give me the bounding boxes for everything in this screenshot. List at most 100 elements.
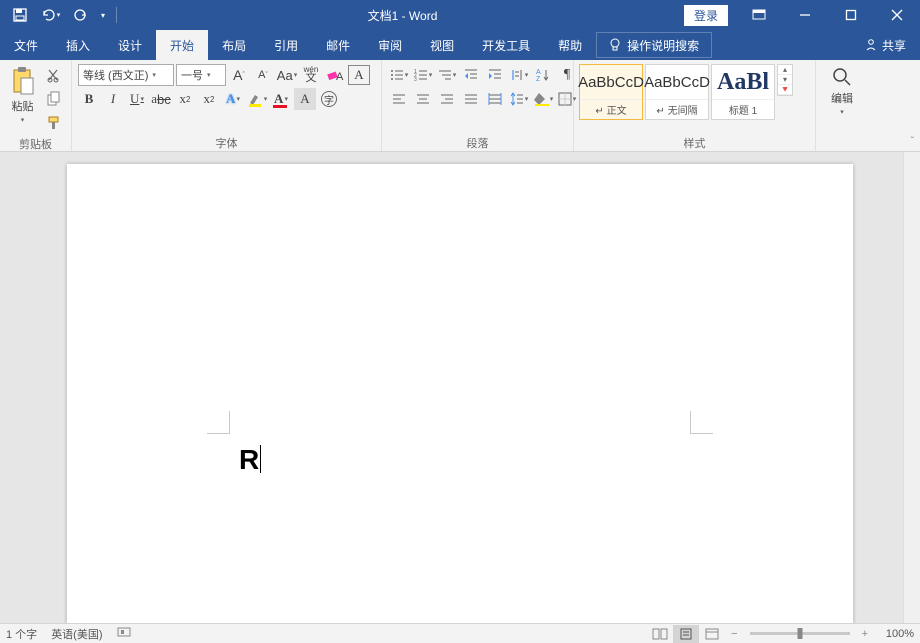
justify-button[interactable] — [460, 88, 482, 110]
strikethrough-button[interactable]: abc — [150, 88, 172, 110]
character-border-button[interactable]: A — [348, 65, 370, 85]
decrease-indent-button[interactable] — [460, 64, 482, 86]
highlight-button[interactable]: ▾ — [246, 88, 268, 110]
word-count[interactable]: 1 个字 — [6, 626, 37, 642]
align-center-button[interactable] — [412, 88, 434, 110]
status-bar: 1 个字 英语(美国) − + 100% — [0, 623, 920, 643]
sort-button[interactable]: AZ — [532, 64, 554, 86]
tab-mailings[interactable]: 邮件 — [312, 30, 364, 60]
paste-button[interactable]: 粘贴 ▾ — [4, 62, 41, 136]
read-mode-button[interactable] — [647, 625, 673, 643]
share-button[interactable]: 共享 — [850, 30, 920, 60]
styles-up-icon[interactable]: ▴ — [778, 65, 792, 75]
tab-layout[interactable]: 布局 — [208, 30, 260, 60]
language-status[interactable]: 英语(美国) — [51, 626, 102, 642]
font-size-combo[interactable]: 一号▾ — [176, 64, 226, 86]
subscript-button[interactable]: x2 — [174, 88, 196, 110]
paste-label: 粘贴 — [12, 98, 34, 114]
borders-button[interactable]: ▾ — [556, 88, 578, 110]
bullets-button[interactable]: ▾ — [388, 64, 410, 86]
share-label: 共享 — [882, 37, 906, 54]
zoom-in-button[interactable]: + — [862, 628, 868, 640]
character-shading-button[interactable]: A — [294, 88, 316, 110]
close-button[interactable] — [874, 0, 920, 30]
multilevel-list-button[interactable]: ▾ — [436, 64, 458, 86]
distributed-button[interactable] — [484, 88, 506, 110]
line-spacing-button[interactable]: ▾ — [508, 88, 530, 110]
cut-button[interactable] — [43, 64, 65, 86]
clipboard-icon — [10, 66, 36, 96]
text-cursor-icon — [260, 445, 261, 473]
margin-corner-icon — [207, 411, 230, 434]
svg-text:A: A — [536, 69, 541, 76]
find-button[interactable]: 编辑 ▾ — [820, 62, 864, 135]
increase-indent-button[interactable] — [484, 64, 506, 86]
qat-more-button[interactable]: ▾ — [96, 2, 110, 28]
print-layout-button[interactable] — [673, 625, 699, 643]
align-right-button[interactable] — [436, 88, 458, 110]
title-bar: ▾ ▾ 文档1 - Word 登录 — [0, 0, 920, 30]
underline-button[interactable]: U▾ — [126, 88, 148, 110]
tell-me-label: 操作说明搜索 — [627, 37, 699, 54]
search-icon — [831, 66, 853, 88]
tab-references[interactable]: 引用 — [260, 30, 312, 60]
styles-gallery-nav[interactable]: ▴ ▾ 🔻 — [777, 64, 793, 96]
styles-more-icon[interactable]: 🔻 — [778, 85, 792, 95]
font-family-combo[interactable]: 等线 (西文正)▾ — [78, 64, 174, 86]
bold-button[interactable]: B — [78, 88, 100, 110]
tab-view[interactable]: 视图 — [416, 30, 468, 60]
font-color-button[interactable]: A▾ — [270, 88, 292, 110]
window-title: 文档1 - Word — [121, 7, 684, 24]
superscript-button[interactable]: x2 — [198, 88, 220, 110]
copy-button[interactable] — [43, 88, 65, 110]
lightbulb-icon — [609, 38, 621, 52]
align-left-button[interactable] — [388, 88, 410, 110]
save-button[interactable] — [6, 2, 34, 28]
styles-group-label: 样式 — [578, 135, 811, 151]
undo-button[interactable]: ▾ — [36, 2, 64, 28]
minimize-button[interactable] — [782, 0, 828, 30]
tab-insert[interactable]: 插入 — [52, 30, 104, 60]
shrink-font-button[interactable]: Aˇ — [252, 64, 274, 86]
style-no-spacing[interactable]: AaBbCcD ↵ 无间隔 — [645, 64, 709, 120]
tell-me-search[interactable]: 操作说明搜索 — [596, 32, 712, 58]
show-marks-button[interactable]: ¶ — [556, 64, 578, 86]
macro-status-icon[interactable] — [117, 626, 131, 641]
enclose-characters-button[interactable]: 字 — [318, 88, 340, 110]
maximize-button[interactable] — [828, 0, 874, 30]
phonetic-guide-button[interactable]: wén文 — [300, 64, 322, 86]
margin-corner-icon — [690, 411, 713, 434]
italic-button[interactable]: I — [102, 88, 124, 110]
share-icon — [864, 38, 878, 52]
tab-home[interactable]: 开始 — [156, 30, 208, 60]
format-painter-button[interactable] — [43, 112, 65, 134]
styles-down-icon[interactable]: ▾ — [778, 75, 792, 85]
clear-formatting-button[interactable]: A — [324, 64, 346, 86]
style-heading-1[interactable]: AaBl 标题 1 — [711, 64, 775, 120]
web-layout-button[interactable] — [699, 625, 725, 643]
tab-design[interactable]: 设计 — [104, 30, 156, 60]
login-button[interactable]: 登录 — [684, 5, 728, 26]
redo-button[interactable] — [66, 2, 94, 28]
vertical-scrollbar[interactable] — [903, 152, 920, 623]
zoom-percent[interactable]: 100% — [874, 628, 914, 640]
document-page[interactable]: R — [67, 164, 853, 623]
ribbon-display-button[interactable] — [736, 0, 782, 30]
ribbon: 粘贴 ▾ 剪贴板 等线 (西文正)▾ 一号▾ Aˆ Aˇ Aa▾ wén文 — [0, 60, 920, 152]
tab-file[interactable]: 文件 — [0, 30, 52, 60]
numbering-button[interactable]: 123▾ — [412, 64, 434, 86]
collapse-ribbon-button[interactable]: ˇ — [911, 136, 914, 147]
grow-font-button[interactable]: Aˆ — [228, 64, 250, 86]
document-area: R — [0, 152, 920, 623]
text-effects-button[interactable]: A▾ — [222, 88, 244, 110]
tab-review[interactable]: 审阅 — [364, 30, 416, 60]
style-normal[interactable]: AaBbCcD ↵ 正文 — [579, 64, 643, 120]
document-text[interactable]: R — [239, 444, 261, 477]
tab-help[interactable]: 帮助 — [544, 30, 596, 60]
change-case-button[interactable]: Aa▾ — [276, 64, 298, 86]
asian-layout-button[interactable]: ▾ — [508, 64, 530, 86]
zoom-slider[interactable] — [750, 632, 850, 635]
tab-developer[interactable]: 开发工具 — [468, 30, 544, 60]
zoom-out-button[interactable]: − — [731, 628, 737, 640]
shading-button[interactable]: ▾ — [532, 88, 554, 110]
